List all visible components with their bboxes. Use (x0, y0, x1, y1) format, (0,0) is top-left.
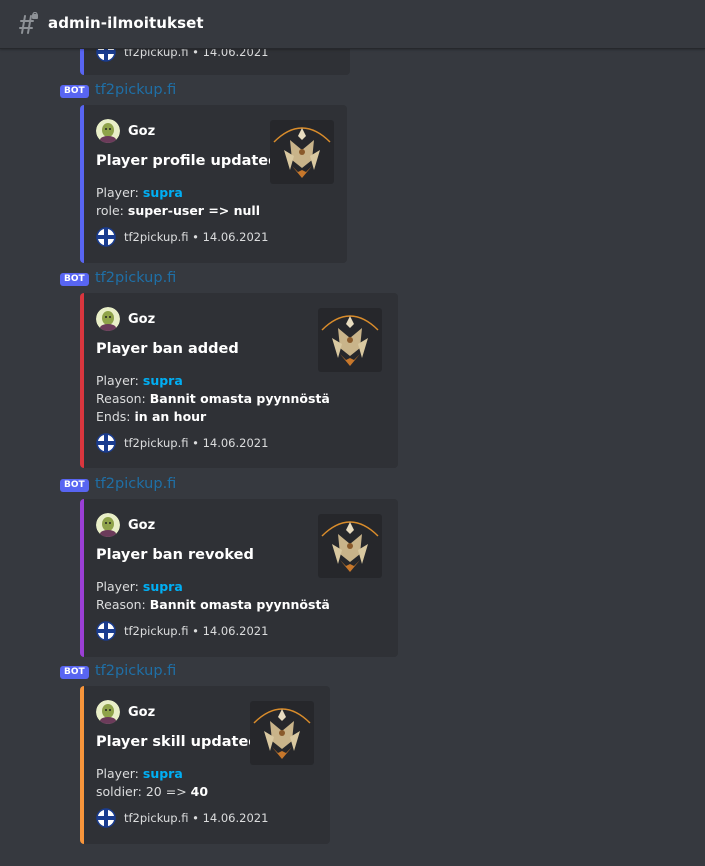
bot-tag: BOT (60, 666, 89, 679)
field-label: Player: (96, 579, 143, 594)
field-value: Bannit omasta pyynnöstä (149, 391, 330, 406)
tf2pickup-logo-icon (96, 621, 116, 641)
embed-footer: tf2pickup.fi • 14.06.2021 (96, 808, 268, 828)
field-label: Player: (96, 766, 143, 781)
field-label: soldier: 20 => (96, 784, 191, 799)
embed-thumbnail[interactable] (270, 120, 334, 184)
field-label: Ends: (96, 409, 135, 424)
field-label: role: (96, 203, 128, 218)
embed-thumbnail[interactable] (318, 308, 382, 372)
embed-fields: Player: supra Reason: Bannit omasta pyynn… (96, 578, 330, 614)
embed-footer: tf2pickup.fi • 14.06.2021 (96, 227, 268, 247)
embed-thumbnail[interactable] (318, 514, 382, 578)
embed-field-row: Reason: Bannit omasta pyynnöstä (96, 390, 330, 408)
embed-field-row: Player: supra (96, 372, 330, 390)
channel-name: admin-ilmoitukset (48, 14, 204, 32)
embed-card: Goz Player profile updated Player: supra ro… (80, 105, 347, 263)
embed-field-row: Player: supra (96, 184, 260, 202)
footer-text: tf2pickup.fi • 14.06.2021 (124, 624, 269, 638)
bot-username[interactable]: tf2pickup.fi (95, 82, 176, 98)
field-value: super-user => null (127, 203, 260, 218)
embed-card: Goz Player skill updated Player: supra sold… (80, 686, 330, 844)
footer-text: tf2pickup.fi • 14.06.2021 (124, 230, 269, 244)
tf2pickup-logo-icon (96, 227, 116, 247)
embed-thumbnail[interactable] (250, 701, 314, 765)
locked-hash-icon (19, 12, 38, 34)
embed-footer: tf2pickup.fi • 14.06.2021 (96, 621, 268, 641)
embed-field-row: Ends: in an hour (96, 408, 330, 426)
embed-title: Player ban revoked (96, 547, 254, 563)
bot-username[interactable]: tf2pickup.fi (95, 663, 176, 679)
footer-text: tf2pickup.fi • 14.06.2021 (124, 811, 269, 825)
field-label: Player: (96, 373, 143, 388)
embed-field-row: role: super-user => null (96, 202, 260, 220)
embed-title: Player skill updated (96, 734, 259, 750)
embed-fields: Player: supra soldier: 20 => 40 (96, 765, 208, 801)
embed-footer: tf2pickup.fi • 14.06.2021 (96, 433, 268, 453)
author-avatar[interactable] (96, 119, 120, 143)
field-value: in an hour (134, 409, 207, 424)
embed-card: Goz Player ban added Player: supra Reason: … (80, 293, 398, 468)
field-value: 40 (190, 784, 209, 799)
author-avatar[interactable] (96, 513, 120, 537)
author-avatar[interactable] (96, 700, 120, 724)
embed-author-name: Goz (128, 124, 156, 139)
embed-field-row: Player: supra (96, 578, 330, 596)
embed-author-name: Goz (128, 705, 156, 720)
tf2pickup-logo-icon (96, 433, 116, 453)
bot-tag: BOT (60, 85, 89, 98)
embed-field-row: soldier: 20 => 40 (96, 783, 208, 801)
embed-author-name: Goz (128, 312, 156, 327)
embed-field-row: Reason: Bannit omasta pyynnöstä (96, 596, 330, 614)
author-avatar[interactable] (96, 307, 120, 331)
field-value: Bannit omasta pyynnöstä (149, 597, 330, 612)
tf2pickup-logo-icon (96, 808, 116, 828)
player-link[interactable]: supra (143, 766, 183, 781)
player-link[interactable]: supra (143, 579, 183, 594)
embed-card: Goz Player ban revoked Player: supra Reason… (80, 499, 398, 657)
embed-title: Player profile updated (96, 153, 279, 169)
embed-title: Player ban added (96, 341, 239, 357)
bot-tag: BOT (60, 273, 89, 286)
player-link[interactable]: supra (143, 185, 183, 200)
footer-text: tf2pickup.fi • 14.06.2021 (124, 436, 269, 450)
field-label: Reason: (96, 391, 150, 406)
player-link[interactable]: supra (143, 373, 183, 388)
channel-header: admin-ilmoitukset (0, 0, 705, 49)
bot-username[interactable]: tf2pickup.fi (95, 270, 176, 286)
field-label: Reason: (96, 597, 150, 612)
field-label: Player: (96, 185, 143, 200)
embed-fields: Player: supra role: super-user => null (96, 184, 260, 220)
bot-tag: BOT (60, 479, 89, 492)
embed-field-row: Player: supra (96, 765, 208, 783)
bot-username[interactable]: tf2pickup.fi (95, 476, 176, 492)
embed-fields: Player: supra Reason: Bannit omasta pyynn… (96, 372, 330, 426)
embed-author-name: Goz (128, 518, 156, 533)
